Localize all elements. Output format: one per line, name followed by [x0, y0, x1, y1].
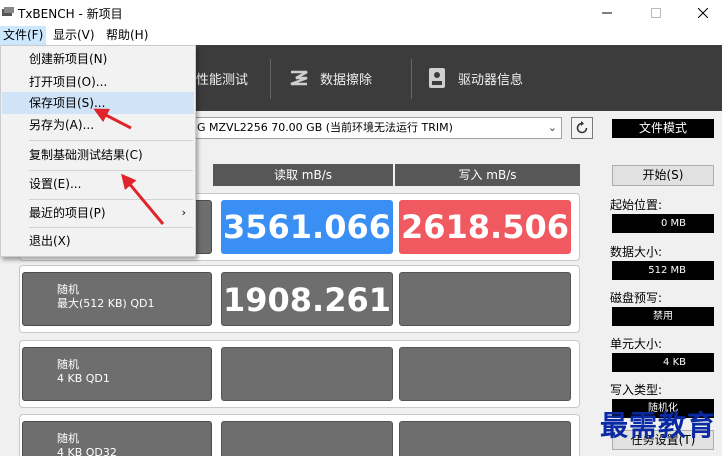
tab-drive-info-label: 驱动器信息: [458, 72, 524, 88]
test-label-line2: 4 KB QD1: [57, 372, 110, 385]
write-value: [399, 347, 571, 401]
test-label-line1: 随机: [57, 432, 79, 445]
menu-item-save-project[interactable]: 保存项目(S)...: [2, 92, 194, 114]
column-header-read: 读取 mB/s: [213, 164, 393, 186]
param-prewrite-value[interactable]: 禁用: [612, 307, 714, 326]
refresh-button[interactable]: [571, 117, 593, 139]
test-label-line2: 最大(512 KB) QD1: [57, 297, 155, 310]
menu-item-recent-projects[interactable]: 最近的项目(P) ›: [2, 202, 194, 224]
menu-item-label: 保存项目(S)...: [29, 96, 106, 110]
menu-separator: [29, 170, 193, 171]
tab-benchmark[interactable]: 性能测试: [196, 45, 248, 111]
tab-erase[interactable]: 数据擦除: [288, 45, 372, 111]
menu-separator: [29, 140, 193, 141]
param-size-value[interactable]: 512 MB: [612, 261, 714, 280]
menu-item-label: 创建新项目(N): [29, 52, 108, 66]
tab-divider: [270, 59, 271, 99]
minimize-icon: [602, 12, 612, 14]
menu-item-label: 设置(E)...: [29, 177, 82, 191]
tab-drive-info[interactable]: 驱动器信息: [426, 45, 523, 111]
app-icon: [2, 7, 14, 16]
erase-icon: [290, 70, 308, 86]
maximize-button[interactable]: [633, 0, 679, 26]
test-label-button[interactable]: 随机 4 KB QD1: [22, 347, 212, 401]
menu-item-new-project[interactable]: 创建新项目(N): [2, 48, 194, 70]
tab-benchmark-label: 性能测试: [196, 72, 249, 88]
read-value: 1908.261: [221, 272, 393, 326]
start-button[interactable]: 开始(S): [612, 165, 714, 186]
title-bar: TxBENCH - 新项目: [0, 0, 722, 26]
read-value: [221, 421, 393, 456]
param-start-label: 起始位置:: [610, 198, 663, 212]
window-title: TxBENCH - 新项目: [18, 7, 123, 21]
menu-item-save-as[interactable]: 另存为(A)...: [2, 114, 194, 136]
param-unit-label: 单元大小:: [610, 337, 663, 351]
menu-file[interactable]: 文件(F): [0, 26, 47, 45]
menu-item-label: 另存为(A)...: [29, 118, 95, 132]
menu-item-settings[interactable]: 设置(E)...: [2, 173, 194, 195]
read-value: 3561.066: [221, 200, 393, 254]
param-prewrite-label: 磁盘预写:: [610, 291, 663, 305]
menu-separator: [29, 227, 193, 228]
tab-divider: [411, 59, 412, 99]
menu-item-exit[interactable]: 退出(X): [2, 230, 194, 252]
write-value: [399, 421, 571, 456]
test-label-line1: 随机: [57, 358, 79, 371]
menu-item-copy-results[interactable]: 复制基础测试结果(C): [2, 144, 194, 166]
menu-separator: [29, 199, 193, 200]
menu-view[interactable]: 显示(V): [50, 26, 98, 45]
close-button[interactable]: [680, 0, 722, 26]
maximize-icon: [651, 8, 661, 18]
drive-select-value: G MZVL2256 70.00 GB (当前环境无法运行 TRIM): [197, 121, 453, 134]
param-unit-value[interactable]: 4 KB: [612, 353, 714, 372]
menu-item-open-project[interactable]: 打开项目(O)...: [2, 71, 194, 93]
param-size-label: 数据大小:: [610, 245, 663, 259]
menu-item-label: 最近的项目(P): [29, 206, 106, 220]
menu-bar: 文件(F) 显示(V) 帮助(H): [0, 26, 722, 45]
mode-indicator[interactable]: 文件模式: [612, 119, 714, 138]
test-label-button[interactable]: 随机 4 KB QD32: [22, 421, 212, 456]
chevron-down-icon: ⌄: [547, 121, 557, 134]
menu-help[interactable]: 帮助(H): [103, 26, 151, 45]
drive-info-icon: [429, 68, 445, 88]
column-header-write: 写入 mB/s: [395, 164, 580, 186]
tab-erase-label: 数据擦除: [320, 72, 373, 88]
param-start-value[interactable]: 0 MB: [612, 214, 714, 233]
menu-item-label: 打开项目(O)...: [29, 75, 108, 89]
menu-item-label: 退出(X): [29, 234, 71, 248]
test-label-line1: 随机: [57, 283, 79, 296]
test-label-button[interactable]: 随机 最大(512 KB) QD1: [22, 272, 212, 326]
watermark-text: 最需教育: [600, 409, 717, 442]
write-value: 2618.506: [399, 200, 571, 254]
param-writetype-label: 写入类型:: [610, 383, 663, 397]
test-label-line2: 4 KB QD32: [57, 446, 117, 456]
chevron-right-icon: ›: [181, 206, 186, 219]
write-value: [399, 272, 571, 326]
read-value: [221, 347, 393, 401]
file-menu-dropdown: 创建新项目(N) 打开项目(O)... 保存项目(S)... 另存为(A)...…: [0, 45, 196, 257]
menu-item-label: 复制基础测试结果(C): [29, 148, 143, 162]
close-icon: [698, 8, 708, 18]
drive-select[interactable]: G MZVL2256 70.00 GB (当前环境无法运行 TRIM) ⌄: [190, 117, 562, 139]
refresh-icon: [576, 121, 588, 134]
minimize-button[interactable]: [584, 0, 630, 26]
